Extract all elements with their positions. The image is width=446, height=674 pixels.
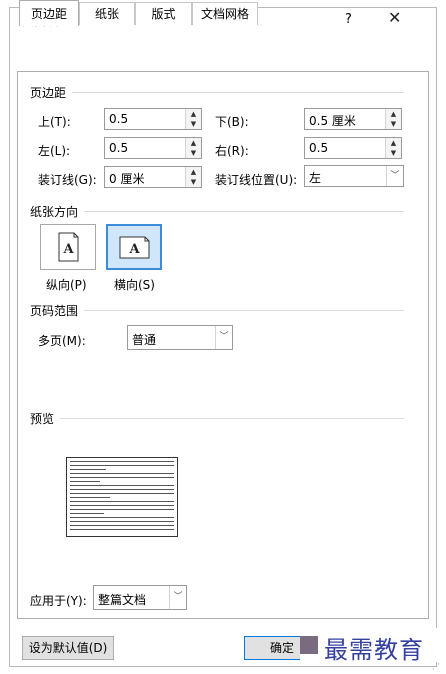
watermark-block-icon (300, 636, 318, 654)
gutter-position-label: 装订线位置(U): (215, 173, 298, 187)
gutter-label: 装订线(G): (38, 173, 97, 187)
preview-line (70, 477, 174, 478)
portrait-page-icon: A (58, 232, 79, 262)
preview-line (70, 497, 110, 498)
right-margin-value: 0.5 (309, 141, 329, 155)
right-margin-label: 右(R): (215, 144, 249, 158)
landscape-label[interactable]: 横向(S) (114, 276, 155, 293)
gutter-position-select[interactable]: 左 ﹀ (304, 165, 404, 187)
down-arrow-icon[interactable]: ▼ (386, 148, 401, 158)
tab-paper[interactable]: 纸张 (79, 2, 135, 25)
chevron-down-icon[interactable]: ﹀ (169, 586, 186, 609)
landscape-button[interactable]: A (106, 224, 162, 270)
portrait-button[interactable]: A (40, 224, 96, 270)
spin-arrows[interactable]: ▲ ▼ (185, 109, 201, 129)
preview-line (70, 525, 174, 526)
preview-line (70, 493, 174, 494)
portrait-glyph: A (62, 242, 74, 257)
left-margin-spinner[interactable]: 0.5 ▲ ▼ (104, 137, 202, 159)
spin-arrows[interactable]: ▲ ▼ (185, 167, 201, 187)
up-arrow-icon[interactable]: ▲ (386, 138, 401, 148)
preview-line (70, 509, 174, 510)
top-margin-label: 上(T): (38, 115, 71, 129)
spin-arrows[interactable]: ▲ ▼ (385, 138, 401, 158)
bottom-margin-label: 下(B): (215, 115, 249, 129)
multiple-pages-label: 多页(M): (38, 334, 86, 348)
multiple-pages-select[interactable]: 普通 ﹀ (127, 325, 233, 350)
gutter-spinner[interactable]: 0 厘米 ▲ ▼ (104, 166, 202, 188)
preview-page-thumbnail (66, 457, 178, 537)
down-arrow-icon[interactable]: ▼ (186, 177, 201, 187)
bottom-margin-value: 0.5 厘米 (309, 114, 356, 128)
divider (84, 310, 404, 311)
divider (60, 418, 404, 419)
margins-section-title: 页边距 (30, 86, 67, 100)
chevron-down-icon[interactable]: ﹀ (215, 326, 232, 349)
preview-line (70, 461, 174, 462)
left-margin-value: 0.5 (109, 141, 129, 155)
set-default-button[interactable]: 设为默认值(D) (22, 636, 114, 660)
preview-line (70, 489, 174, 490)
help-button[interactable]: ? (345, 12, 352, 27)
apply-to-select[interactable]: 整篇文档 ﹀ (93, 585, 187, 610)
top-margin-value: 0.5 (109, 112, 129, 126)
up-arrow-icon[interactable]: ▲ (186, 138, 201, 148)
up-arrow-icon[interactable]: ▲ (386, 109, 401, 119)
apply-to-value: 整篇文档 (98, 593, 147, 607)
divider (72, 92, 404, 93)
preview-line (70, 517, 174, 518)
preview-line (70, 505, 174, 506)
landscape-page-icon: A (119, 236, 150, 259)
multiple-pages-value: 普通 (132, 333, 157, 347)
tab-margins[interactable]: 页边距 (19, 0, 79, 26)
preview-line (70, 473, 174, 474)
down-arrow-icon[interactable]: ▼ (386, 119, 401, 129)
watermark-text: 最需教育 (324, 636, 424, 664)
divider (84, 211, 404, 212)
left-margin-label: 左(L): (38, 144, 71, 158)
bottom-margin-spinner[interactable]: 0.5 厘米 ▲ ▼ (304, 108, 402, 130)
resize-grip-icon[interactable]: ⋰ (432, 662, 440, 671)
preview-line (70, 481, 100, 482)
orientation-section-title: 纸张方向 (30, 205, 79, 219)
portrait-label[interactable]: 纵向(P) (46, 276, 87, 293)
tab-layout[interactable]: 版式 (135, 2, 192, 25)
chevron-down-icon[interactable]: ﹀ (386, 166, 403, 186)
watermark-logo: 最需教育 (300, 628, 442, 664)
up-arrow-icon[interactable]: ▲ (186, 109, 201, 119)
preview-line (70, 465, 174, 466)
top-margin-spinner[interactable]: 0.5 ▲ ▼ (104, 108, 202, 130)
up-arrow-icon[interactable]: ▲ (186, 167, 201, 177)
down-arrow-icon[interactable]: ▼ (186, 119, 201, 129)
preview-line (70, 529, 174, 530)
preview-line (70, 501, 174, 502)
preview-line (70, 469, 106, 470)
tab-doc-grid[interactable]: 文档网格 (192, 2, 258, 25)
preview-line (70, 521, 174, 522)
preview-section-title: 预览 (30, 412, 55, 426)
landscape-glyph: A (128, 242, 140, 257)
close-icon[interactable]: ✕ (388, 9, 401, 27)
spin-arrows[interactable]: ▲ ▼ (185, 138, 201, 158)
apply-to-label: 应用于(Y): (30, 594, 87, 608)
preview-line (70, 485, 174, 486)
down-arrow-icon[interactable]: ▼ (186, 148, 201, 158)
pages-section-title: 页码范围 (30, 304, 79, 318)
right-margin-spinner[interactable]: 0.5 ▲ ▼ (304, 137, 402, 159)
gutter-position-value: 左 (309, 171, 322, 185)
spin-arrows[interactable]: ▲ ▼ (385, 109, 401, 129)
gutter-value: 0 厘米 (109, 172, 145, 186)
preview-line (70, 513, 104, 514)
